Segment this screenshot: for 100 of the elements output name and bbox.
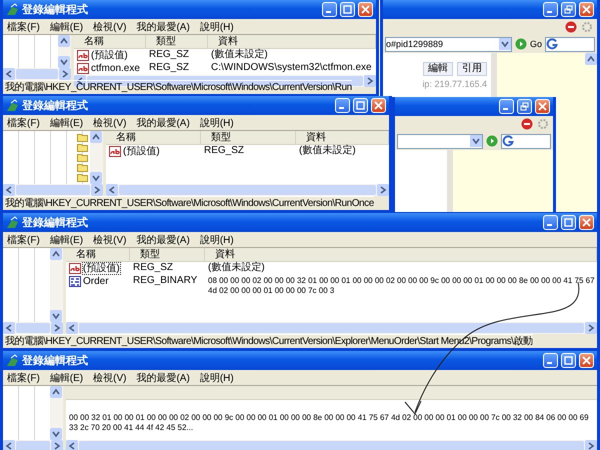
maximize-button[interactable] — [340, 2, 355, 17]
go-icon[interactable] — [486, 135, 498, 147]
menu-item[interactable]: 說明(H) — [200, 232, 234, 246]
restore-button[interactable] — [561, 2, 576, 17]
post-action-button[interactable]: 引用 — [457, 62, 487, 76]
close-icon — [538, 102, 547, 111]
app-icon — [6, 99, 19, 112]
horizontal-scrollbar[interactable] — [3, 322, 63, 334]
scroll-right-arrow-icon[interactable] — [51, 440, 63, 450]
folder-icon[interactable] — [77, 143, 88, 152]
menu-item[interactable]: 編輯(E) — [50, 116, 84, 130]
go-icon[interactable] — [514, 38, 527, 50]
value-name[interactable]: Order — [82, 275, 110, 288]
value-name[interactable]: ctfmon.exe — [90, 62, 141, 75]
menu-item[interactable]: 我的最愛(A) — [136, 370, 190, 384]
stop-icon[interactable] — [565, 21, 577, 33]
column-header[interactable]: 類型 — [146, 35, 208, 48]
close-button[interactable] — [579, 353, 594, 368]
menu-item[interactable]: 編輯(E) — [50, 232, 84, 246]
menu-item[interactable]: 檢視(V) — [93, 116, 126, 130]
folder-icon[interactable] — [77, 133, 88, 142]
minimize-button[interactable] — [499, 99, 514, 114]
value-name[interactable]: (預設值) — [122, 145, 161, 158]
menu-item[interactable]: 檢視(V) — [93, 20, 126, 34]
close-button[interactable] — [358, 2, 373, 17]
menu-item[interactable]: 說明(H) — [200, 116, 234, 130]
menu-item[interactable]: 檔案(F) — [7, 370, 40, 384]
horizontal-scrollbar[interactable] — [3, 184, 103, 196]
window-title: 登錄編輯程式 — [22, 216, 89, 230]
search-engine-icon[interactable] — [502, 135, 514, 147]
horizontal-scrollbar[interactable] — [66, 440, 597, 450]
menu-item[interactable]: 檢視(V) — [93, 232, 126, 246]
column-header[interactable]: 資料 — [296, 131, 389, 144]
value-data: (數值未設定) — [298, 145, 357, 157]
menu-item[interactable]: 我的最愛(A) — [136, 116, 190, 130]
minimize-button[interactable] — [322, 2, 337, 17]
minimize-button[interactable] — [543, 2, 558, 17]
folder-icon[interactable] — [77, 173, 88, 182]
string-value-icon — [69, 263, 81, 274]
column-header[interactable]: 名稱 — [66, 248, 130, 261]
close-button[interactable] — [535, 99, 550, 114]
horizontal-scrollbar[interactable] — [3, 440, 63, 450]
folder-icon[interactable] — [77, 153, 88, 162]
close-icon — [582, 5, 591, 14]
search-engine-icon[interactable] — [546, 38, 558, 50]
menu-item[interactable]: 檔案(F) — [7, 116, 40, 130]
maximize-icon — [564, 356, 573, 365]
menu-item[interactable]: 編輯(E) — [50, 370, 84, 384]
menu-item[interactable]: 我的最愛(A) — [136, 232, 190, 246]
horizontal-scrollbar[interactable] — [66, 322, 597, 334]
maximize-icon — [356, 101, 365, 110]
minimize-button[interactable] — [543, 353, 558, 368]
close-button[interactable] — [371, 98, 386, 113]
column-header[interactable]: 資料 — [205, 248, 597, 261]
app-icon — [6, 3, 19, 16]
minimize-button[interactable] — [543, 215, 558, 230]
column-header[interactable]: 資料 — [208, 35, 376, 48]
close-button[interactable] — [579, 2, 594, 17]
maximize-button[interactable] — [561, 215, 576, 230]
address-field[interactable] — [397, 134, 483, 148]
value-data: (數值未設定) — [207, 262, 266, 274]
value-name[interactable]: (預設值) — [82, 262, 121, 275]
go-button[interactable]: Go — [530, 39, 542, 49]
column-header[interactable]: 名稱 — [74, 35, 146, 48]
menu-item[interactable]: 說明(H) — [200, 20, 234, 34]
horizontal-scrollbar[interactable] — [3, 68, 71, 80]
vertical-scrollbar[interactable] — [58, 35, 71, 68]
horizontal-scrollbar[interactable] — [106, 184, 389, 196]
ip-address-text: ip: 219.77.165.4 — [422, 79, 487, 89]
string-value-icon — [109, 146, 121, 157]
search-field[interactable] — [545, 36, 595, 52]
restore-button[interactable] — [517, 99, 532, 114]
menu-item[interactable]: 檢視(V) — [93, 370, 126, 384]
maximize-button[interactable] — [353, 98, 368, 113]
column-header[interactable]: 名稱 — [106, 131, 201, 144]
column-header[interactable]: 類型 — [130, 248, 205, 261]
value-data: 00 00 32 01 00 00 01 00 00 00 02 00 00 00 9c 00 00 00 01 00 00 00 8e 00 00 00 41 75 67 4d 02 00 00 00 01 00 00 00 7c 00 32 00 84 06 00 00 69 33 2c 70 20 00 41 44 4f 42 45 52... — [68, 412, 590, 433]
post-action-button[interactable]: 編輯 — [423, 62, 453, 76]
column-header[interactable]: 類型 — [201, 131, 296, 144]
menu-item[interactable]: 檔案(F) — [7, 20, 40, 34]
menu-item[interactable]: 說明(H) — [200, 370, 234, 384]
vertical-scrollbar[interactable] — [90, 131, 103, 184]
scroll-right-arrow-icon[interactable] — [585, 440, 597, 450]
maximize-icon — [564, 218, 573, 227]
address-field[interactable]: o#pid1299889 — [385, 36, 512, 52]
search-field[interactable] — [501, 134, 551, 148]
value-name[interactable]: (預設值) — [90, 49, 129, 62]
close-button[interactable] — [579, 215, 594, 230]
maximize-button[interactable] — [561, 353, 576, 368]
minimize-button[interactable] — [335, 98, 350, 113]
menu-item[interactable]: 編輯(E) — [50, 20, 84, 34]
folder-icon[interactable] — [77, 163, 88, 172]
value-type: REG_SZ — [203, 145, 246, 157]
menu-item[interactable]: 檔案(F) — [7, 232, 40, 246]
vertical-scrollbar[interactable] — [50, 248, 63, 322]
menu-item[interactable]: 我的最愛(A) — [136, 20, 190, 34]
stop-icon[interactable] — [521, 118, 533, 130]
vertical-scrollbar[interactable] — [50, 386, 63, 440]
status-bar: 我的電腦\HKEY_CURRENT_USER\Software\Microsoft\Windows\CurrentVersion\Run — [3, 80, 352, 94]
close-icon — [582, 356, 591, 365]
